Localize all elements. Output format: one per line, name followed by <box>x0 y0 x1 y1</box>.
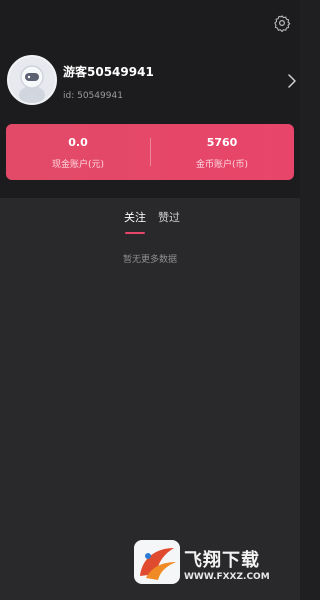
gear-icon[interactable] <box>273 14 291 32</box>
cash-value: 0.0 <box>68 136 88 149</box>
user-name: 游客50549941 <box>63 65 154 79</box>
tab-liked[interactable]: 赞过 <box>158 209 180 225</box>
coin-account[interactable]: 5760 金币账户(币) <box>150 124 294 180</box>
account-card: 0.0 现金账户(元) 5760 金币账户(币) <box>6 124 294 180</box>
watermark-logo <box>134 540 180 584</box>
coin-value: 5760 <box>206 136 238 149</box>
active-tab-indicator <box>125 232 145 234</box>
tab-follow[interactable]: 关注 <box>124 209 146 225</box>
watermark-text: 飞翔下载 <box>184 550 260 571</box>
chevron-right-icon[interactable] <box>287 74 297 88</box>
tab-bar: 关注 赞过 <box>0 198 300 240</box>
avatar[interactable] <box>7 55 57 105</box>
watermark-logo-icon <box>140 548 176 580</box>
empty-state-message: 暂无更多数据 <box>122 255 177 265</box>
coin-label: 金币账户(币) <box>195 160 249 170</box>
astronaut-avatar-icon <box>9 57 55 103</box>
cash-account[interactable]: 0.0 现金账户(元) <box>6 124 150 180</box>
user-id: id: 50549941 <box>63 91 123 101</box>
cash-label: 现金账户(元) <box>51 160 105 170</box>
watermark-url: WWW.FXXZ.COM <box>184 572 270 582</box>
